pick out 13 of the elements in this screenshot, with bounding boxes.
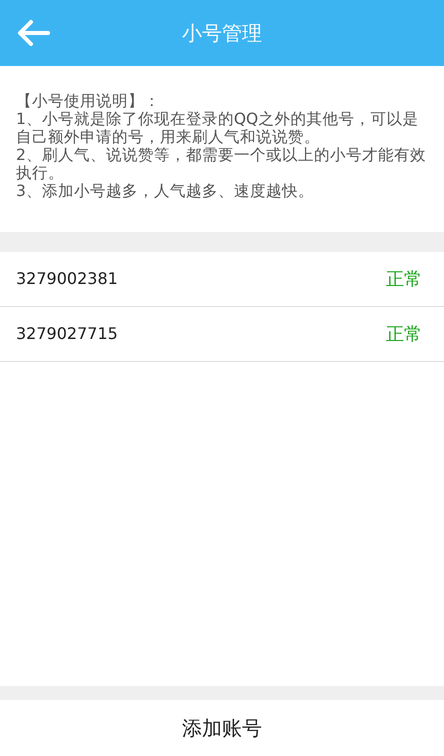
instruction-text: 【小号使用说明】： bbox=[16, 92, 161, 110]
account-status: 正常 bbox=[386, 322, 422, 346]
account-status: 正常 bbox=[386, 268, 422, 292]
account-row[interactable]: 3279002381 正常 bbox=[0, 252, 444, 307]
instruction-text: 3、添加小号越多，人气越多、速度越快。 bbox=[16, 182, 315, 200]
back-button[interactable] bbox=[16, 19, 50, 47]
page-title: 小号管理 bbox=[182, 21, 262, 45]
instruction-text: 1、小号就是除了你现在登录的QQ之外的其他号，可以是自己额外申请的号，用来刷人气和说说赞。 bbox=[16, 110, 420, 146]
account-number: 3279027715 bbox=[16, 323, 118, 345]
instruction-text: 2、刷人气、说说赞等，都需要一个或以上的小号才能有效执行。 bbox=[16, 146, 426, 182]
account-row[interactable]: 3279027715 正常 bbox=[0, 307, 444, 362]
account-number: 3279002381 bbox=[16, 268, 118, 290]
back-arrow-icon bbox=[16, 19, 50, 47]
